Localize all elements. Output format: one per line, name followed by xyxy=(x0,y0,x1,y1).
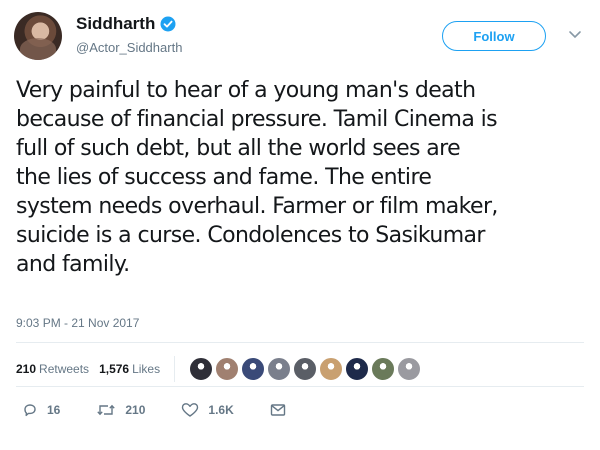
tweet-text-line: and family. xyxy=(16,252,130,277)
liker-avatars xyxy=(189,357,423,381)
engagement-stats: 210 Retweets 1,576 Likes xyxy=(16,356,423,382)
divider xyxy=(16,386,584,387)
liker-avatar[interactable] xyxy=(319,357,344,381)
tweet-text-line: system needs overhaul. Farmer or film ma… xyxy=(16,194,498,219)
follow-button[interactable]: Follow xyxy=(442,21,546,51)
retweet-icon xyxy=(97,404,116,416)
liker-avatar[interactable] xyxy=(371,357,396,381)
reply-icon xyxy=(24,404,36,417)
avatar[interactable] xyxy=(14,12,62,60)
tweet-text-line: because of financial pressure. Tamil Cin… xyxy=(16,107,498,132)
liker-avatar[interactable] xyxy=(345,357,370,381)
heart-icon xyxy=(182,403,199,417)
tweet-actions: 16 210 1.6K xyxy=(22,402,331,418)
display-name[interactable]: Siddharth xyxy=(76,14,176,34)
like-button[interactable]: 1.6K xyxy=(181,402,234,418)
envelope-icon xyxy=(270,404,285,416)
chevron-down-icon[interactable] xyxy=(566,26,584,44)
likes-stat-label: Likes xyxy=(132,362,161,376)
liker-avatar[interactable] xyxy=(267,357,292,381)
tweet-text-line: full of such debt, but all the world see… xyxy=(16,136,461,161)
tweet-text-line: Very painful to hear of a young man's de… xyxy=(16,78,476,103)
liker-avatar[interactable] xyxy=(397,357,422,381)
liker-avatar[interactable] xyxy=(241,357,266,381)
divider xyxy=(16,342,584,343)
tweet-text: Very painful to hear of a young man's de… xyxy=(16,76,586,279)
tweet-text-line: suicide is a curse. Condolences to Sasik… xyxy=(16,223,485,248)
retweet-count: 210 xyxy=(125,403,146,417)
tweet-text-line: the lies of success and fame. The entire xyxy=(16,165,432,190)
liker-avatar[interactable] xyxy=(293,357,318,381)
reply-count: 16 xyxy=(47,403,61,417)
user-handle[interactable]: @Actor_Siddharth xyxy=(76,40,182,55)
tweet-card: Siddharth @Actor_Siddharth Follow Very p… xyxy=(0,0,600,450)
likes-stat[interactable]: 1,576 Likes xyxy=(99,362,160,376)
likes-stat-count: 1,576 xyxy=(99,362,130,376)
retweets-stat[interactable]: 210 Retweets xyxy=(16,362,89,376)
retweet-button[interactable]: 210 xyxy=(96,402,145,418)
tweet-timestamp[interactable]: 9:03 PM - 21 Nov 2017 xyxy=(16,316,139,330)
liker-avatar[interactable] xyxy=(215,357,240,381)
verified-badge-icon xyxy=(160,16,176,32)
retweets-stat-label: Retweets xyxy=(39,362,90,376)
retweets-stat-count: 210 xyxy=(16,362,37,376)
divider xyxy=(174,356,176,382)
direct-message-button[interactable] xyxy=(270,403,295,417)
display-name-text[interactable]: Siddharth xyxy=(76,14,155,34)
liker-avatar[interactable] xyxy=(189,357,214,381)
reply-button[interactable]: 16 xyxy=(22,402,60,418)
like-count: 1.6K xyxy=(208,403,234,417)
